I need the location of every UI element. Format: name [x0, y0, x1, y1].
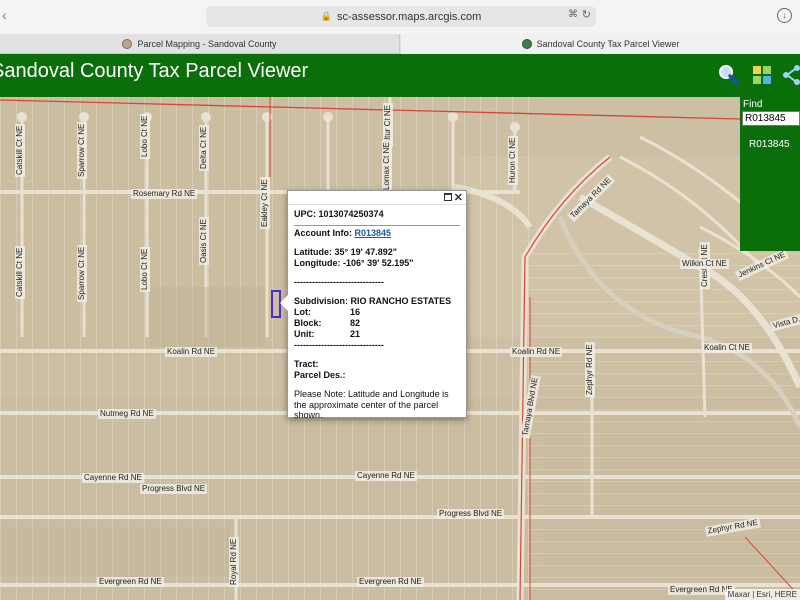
road-label: Delta Ct NE — [199, 124, 209, 171]
close-icon[interactable]: ✕ — [454, 191, 463, 204]
browser-toolbar: ‹ 🔒 sc-assessor.maps.arcgis.com ⌘ ↻ ↓ — [0, 0, 800, 34]
address-text: sc-assessor.maps.arcgis.com — [336, 10, 482, 23]
road-label: Koalin Rd NE — [165, 347, 218, 357]
road-label: Progress Blvd NE — [437, 509, 505, 519]
account-link[interactable]: R013845 — [355, 228, 392, 238]
block-label: Block: — [294, 318, 322, 328]
road-label: Cayenne Rd NE — [82, 473, 144, 483]
page-title: Sandoval County Tax Parcel Viewer — [0, 60, 309, 82]
lot-label: Lot: — [294, 307, 311, 317]
road-label: Rosemary Rd NE — [131, 189, 198, 199]
unit-value: 21 — [350, 329, 361, 339]
search-icon[interactable] — [716, 63, 740, 87]
parcel-des-text: Parcel Des.: — [294, 370, 346, 380]
road-label: Lomax Ct NE — [382, 140, 392, 192]
road-label: Eakley Ct NE — [260, 177, 270, 229]
road-label: Oasis Ct NE — [199, 216, 209, 265]
road-label: Koalin Ct NE — [702, 343, 752, 353]
tab-tax-parcel-viewer[interactable]: Sandoval County Tax Parcel Viewer — [401, 34, 800, 54]
road-label: Catskill Ct NE — [15, 245, 25, 299]
map-attribution: Maxar | Esri, HERE — [724, 589, 800, 600]
separator-text: ------------------------------ — [294, 340, 384, 350]
download-icon[interactable]: ↓ — [777, 8, 792, 23]
translate-icon[interactable]: ⌘ — [568, 9, 578, 20]
maximize-icon[interactable] — [444, 193, 452, 201]
sidebar-toggle-icon[interactable]: ‹ — [2, 7, 7, 23]
road-label: Catskill Ct NE — [15, 123, 25, 177]
road-label: Huron Ct NE — [508, 135, 518, 185]
road-label: Evergreen Rd NE — [97, 577, 164, 587]
globe-icon — [521, 39, 532, 49]
latitude-text: Latitude: 35° 19' 47.892" — [294, 247, 398, 257]
tab-bar: Parcel Mapping - Sandoval County Sandova… — [0, 34, 800, 54]
county-seal-icon — [122, 39, 133, 49]
share-icon[interactable] — [780, 63, 800, 87]
find-panel: Find R013845 — [740, 97, 800, 251]
note-text: Please Note: Latitude and Longitude is t… — [294, 389, 449, 420]
popup-title-bar: ✕ — [288, 191, 466, 205]
upc-text: UPC: 1013074250374 — [294, 209, 384, 219]
road-label: Koalin Rd NE — [510, 347, 563, 357]
lock-icon: 🔒 — [320, 11, 332, 21]
block-value: 82 — [350, 318, 361, 328]
road-label: Sparrow Ct NE — [77, 121, 87, 179]
separator-text: ------------------------------ — [294, 277, 384, 287]
subdivision-text: Subdivision: RIO RANCHO ESTATES — [294, 296, 452, 306]
road-label: Royal Rd NE — [229, 536, 239, 587]
tab-label: Parcel Mapping - Sandoval County — [137, 39, 277, 49]
account-label: Account Info: — [294, 228, 352, 238]
road-label: Nutmeg Rd NE — [98, 409, 156, 419]
road-label: Lobo Ct NE — [140, 113, 150, 159]
tract-text: Tract: — [294, 359, 319, 369]
road-label: Zephyr Rd NE — [585, 342, 595, 397]
tab-parcel-mapping[interactable]: Parcel Mapping - Sandoval County — [0, 34, 400, 54]
longitude-text: Longitude: -106° 39' 52.195" — [294, 258, 414, 268]
road-label: Sparrow Ct NE — [77, 244, 87, 302]
unit-label: Unit: — [294, 329, 315, 339]
road-label: Cayenne Rd NE — [355, 471, 417, 481]
reload-icon[interactable]: ↻ — [582, 8, 591, 21]
road-label: Evergreen Rd NE — [357, 577, 424, 587]
grid-icon[interactable] — [750, 63, 774, 87]
tab-label: Sandoval County Tax Parcel Viewer — [536, 39, 680, 49]
find-input[interactable] — [742, 111, 800, 126]
road-label: Lobo Ct NE — [140, 246, 150, 292]
lot-value: 16 — [350, 307, 361, 317]
parcel-popup: ✕ UPC: 1013074250374 Account Info: R0138… — [280, 190, 467, 420]
app-header: Sandoval County Tax Parcel Viewer — [0, 54, 800, 97]
road-label: Wilkin Ct NE — [680, 259, 729, 269]
road-label: Progress Blvd NE — [140, 484, 208, 494]
find-label: Find — [743, 99, 763, 110]
address-bar[interactable]: 🔒 sc-assessor.maps.arcgis.com ⌘ ↻ — [206, 6, 596, 27]
popup-pointer — [280, 295, 288, 311]
find-result-item[interactable]: R013845 — [749, 139, 790, 150]
